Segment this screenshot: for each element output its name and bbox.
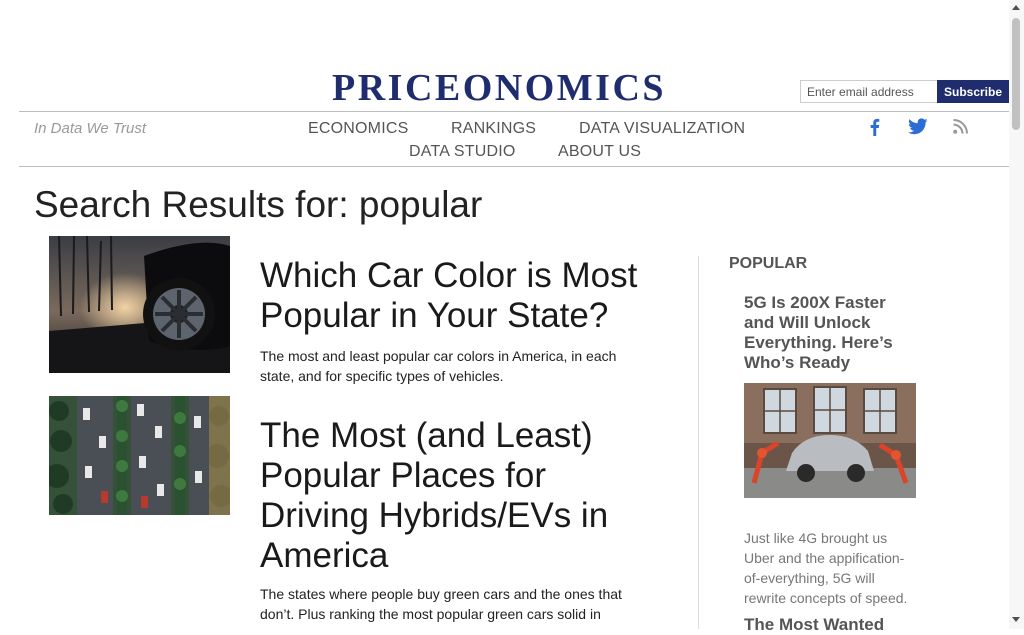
scroll-up-icon[interactable]	[1012, 5, 1020, 10]
nav-rankings[interactable]: RANKINGS	[451, 120, 536, 138]
result-title[interactable]: The Most (and Least) Popular Places for …	[260, 416, 660, 576]
result-excerpt: The most and least popular car colors in…	[260, 348, 617, 384]
sidebar-post-title[interactable]: 5G Is 200X Faster and Will Unlock Everyt…	[744, 293, 916, 373]
header-divider	[19, 111, 1009, 112]
sidebar-divider	[698, 256, 699, 629]
sidebar-post-excerpt: Just like 4G brought us Uber and the app…	[744, 530, 908, 606]
tagline: In Data We Trust	[34, 120, 146, 137]
result-thumbnail[interactable]	[49, 396, 230, 515]
page-scrollbar[interactable]	[1009, 0, 1024, 629]
email-input[interactable]	[800, 80, 937, 103]
twitter-icon[interactable]	[908, 118, 928, 136]
result-excerpt: The states where people buy green cars a…	[260, 586, 622, 622]
nav-data-studio[interactable]: DATA STUDIO	[409, 143, 516, 161]
page-title: Search Results for: popular	[34, 184, 483, 225]
sidebar-title: POPULAR	[729, 255, 808, 272]
scroll-down-icon[interactable]	[1012, 617, 1020, 622]
result-thumbnail[interactable]	[49, 236, 230, 373]
nav-data-visualization[interactable]: DATA VISUALIZATION	[579, 120, 745, 138]
result-title[interactable]: Which Car Color is Most Popular in Your …	[260, 256, 660, 336]
subscribe-button[interactable]: Subscribe	[937, 80, 1009, 103]
rss-icon[interactable]	[953, 119, 968, 134]
nav-about-us[interactable]: ABOUT US	[558, 143, 641, 161]
nav-economics[interactable]: ECONOMICS	[308, 120, 408, 138]
sidebar-post-title[interactable]: The Most Wanted	[744, 615, 916, 635]
subscribe-form: Subscribe	[800, 80, 1009, 103]
sidebar-post-image[interactable]	[744, 383, 916, 498]
nav-divider	[19, 166, 1009, 167]
site-logo[interactable]: PRICEONOMICS	[332, 66, 666, 110]
facebook-icon[interactable]	[866, 118, 884, 136]
scroll-thumb[interactable]	[1012, 18, 1020, 130]
